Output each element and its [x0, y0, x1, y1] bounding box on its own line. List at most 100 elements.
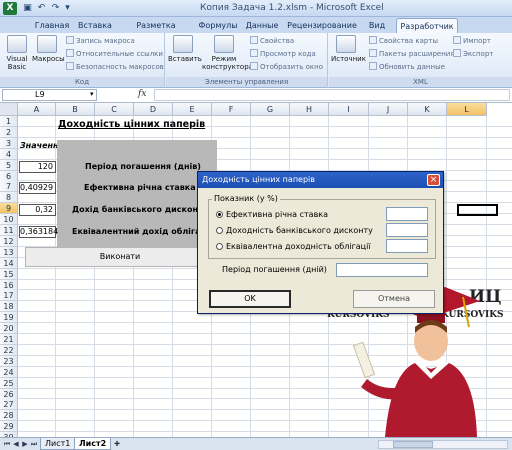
next-sheet-icon[interactable]: ▶: [21, 440, 29, 449]
record-macro-button[interactable]: Запись макроса: [66, 36, 135, 47]
relative-references-button[interactable]: Относительные ссылки: [66, 49, 163, 60]
sheet-tab-1[interactable]: Лист1: [40, 438, 76, 450]
row-header-9[interactable]: 9: [0, 203, 18, 215]
run-dialog-button[interactable]: Отобразить окно: [250, 62, 323, 73]
prev-sheet-icon[interactable]: ◀: [12, 440, 20, 449]
row-header-1[interactable]: 1: [0, 116, 18, 127]
bank-discount-value[interactable]: 0,32: [19, 204, 56, 216]
macros-button[interactable]: Макросы: [32, 35, 65, 63]
row-header-27[interactable]: 27: [0, 399, 18, 411]
row-header-13[interactable]: 13: [0, 246, 18, 258]
effective-rate-output[interactable]: [386, 207, 428, 221]
row-header-23[interactable]: 23: [0, 355, 18, 367]
tab-data[interactable]: Данные: [242, 18, 282, 33]
option-effective-rate[interactable]: Ефективна річна ставка: [216, 209, 328, 220]
row-header-16[interactable]: 16: [0, 279, 18, 291]
row-header-24[interactable]: 24: [0, 366, 18, 378]
row-header-3[interactable]: 3: [0, 137, 18, 149]
map-properties-button[interactable]: Свойства карты: [369, 36, 438, 47]
period-value[interactable]: 120: [19, 161, 56, 173]
bond-equivalent-output[interactable]: [386, 239, 428, 253]
tab-developer[interactable]: Разработчик: [396, 18, 458, 33]
column-header-l[interactable]: L: [447, 103, 487, 116]
column-header-b[interactable]: B: [56, 103, 95, 116]
column-header-f[interactable]: F: [212, 103, 251, 116]
macro-security-button[interactable]: Безопасность макросов: [66, 62, 164, 73]
save-icon[interactable]: ▣: [22, 3, 33, 14]
tab-review[interactable]: Рецензирование: [286, 18, 358, 33]
redo-icon[interactable]: ↷: [50, 3, 61, 14]
effective-rate-value[interactable]: 0,40929: [19, 182, 56, 194]
name-box-dropdown-icon[interactable]: ▾: [90, 90, 94, 98]
row-header-4[interactable]: 4: [0, 148, 18, 160]
formula-input[interactable]: [154, 89, 510, 101]
scrollbar-thumb[interactable]: [393, 441, 433, 448]
name-box[interactable]: L9: [2, 89, 97, 101]
excel-icon[interactable]: X: [3, 2, 17, 15]
tab-home[interactable]: Главная: [30, 18, 74, 33]
option-bond-equivalent[interactable]: Еквівалентна доходність облігації: [216, 241, 371, 252]
row-header-5[interactable]: 5: [0, 159, 18, 171]
row-header-7[interactable]: 7: [0, 181, 18, 193]
horizontal-scrollbar[interactable]: [378, 440, 508, 449]
import-button[interactable]: Импорт: [453, 36, 491, 47]
option-bank-discount[interactable]: Доходність банківського дисконту: [216, 225, 373, 236]
view-code-button[interactable]: Просмотр кода: [250, 49, 316, 60]
row-header-14[interactable]: 14: [0, 257, 18, 269]
column-header-k[interactable]: K: [408, 103, 447, 116]
column-header-g[interactable]: G: [251, 103, 290, 116]
last-sheet-icon[interactable]: ⏭: [30, 440, 38, 449]
insert-control-button[interactable]: Вставить: [168, 35, 202, 63]
row-header-10[interactable]: 10: [0, 214, 18, 226]
row-header-6[interactable]: 6: [0, 170, 18, 182]
radio-icon[interactable]: [216, 243, 223, 250]
tab-insert[interactable]: Вставка: [76, 18, 114, 33]
row-header-20[interactable]: 20: [0, 323, 18, 335]
dialog-period-input[interactable]: [336, 263, 428, 277]
export-button[interactable]: Экспорт: [453, 49, 493, 60]
row-header-25[interactable]: 25: [0, 377, 18, 389]
radio-selected-icon[interactable]: [216, 211, 223, 218]
expansion-packs-button[interactable]: Пакеты расширения: [369, 49, 455, 60]
bond-equivalent-value[interactable]: 0,363184: [19, 226, 58, 238]
sheet-tab-2[interactable]: Лист2: [74, 438, 112, 450]
visual-basic-button[interactable]: Visual Basic: [2, 35, 32, 71]
undo-icon[interactable]: ↶: [36, 3, 47, 14]
source-button[interactable]: Источник: [331, 35, 366, 63]
row-header-2[interactable]: 2: [0, 126, 18, 138]
row-header-21[interactable]: 21: [0, 334, 18, 345]
cancel-button[interactable]: Отмена: [353, 290, 435, 308]
row-header-15[interactable]: 15: [0, 268, 18, 280]
row-header-11[interactable]: 11: [0, 225, 18, 236]
row-header-17[interactable]: 17: [0, 290, 18, 302]
column-header-d[interactable]: D: [134, 103, 173, 116]
row-header-26[interactable]: 26: [0, 388, 18, 400]
refresh-data-button[interactable]: Обновить данные: [369, 62, 445, 73]
bank-discount-output[interactable]: [386, 223, 428, 237]
column-header-i[interactable]: I: [329, 103, 369, 116]
first-sheet-icon[interactable]: ⏮: [3, 440, 11, 449]
quick-access-dropdown-icon[interactable]: ▾: [62, 3, 73, 14]
tab-page-layout[interactable]: Разметка страницы: [118, 18, 194, 45]
run-button[interactable]: Виконати: [25, 247, 215, 267]
column-header-h[interactable]: H: [290, 103, 329, 116]
ok-button[interactable]: OK: [209, 290, 291, 308]
active-cell-l9[interactable]: [457, 204, 498, 216]
close-icon[interactable]: ×: [427, 174, 440, 186]
insert-sheet-icon[interactable]: ✚: [112, 440, 122, 449]
insert-function-icon[interactable]: fx: [138, 89, 146, 99]
row-header-29[interactable]: 29: [0, 421, 18, 433]
column-header-e[interactable]: E: [173, 103, 212, 116]
design-mode-button[interactable]: Режим конструктора: [202, 35, 253, 71]
radio-icon[interactable]: [216, 227, 223, 234]
row-header-8[interactable]: 8: [0, 192, 18, 204]
row-header-18[interactable]: 18: [0, 301, 18, 313]
properties-button[interactable]: Свойства: [250, 36, 294, 47]
column-header-a[interactable]: A: [18, 103, 56, 116]
row-header-19[interactable]: 19: [0, 312, 18, 324]
column-header-c[interactable]: C: [95, 103, 134, 116]
row-header-28[interactable]: 28: [0, 410, 18, 422]
sheet-heading[interactable]: Доходність цінних паперів: [58, 119, 205, 130]
row-header-22[interactable]: 22: [0, 344, 18, 356]
row-header-12[interactable]: 12: [0, 235, 18, 247]
